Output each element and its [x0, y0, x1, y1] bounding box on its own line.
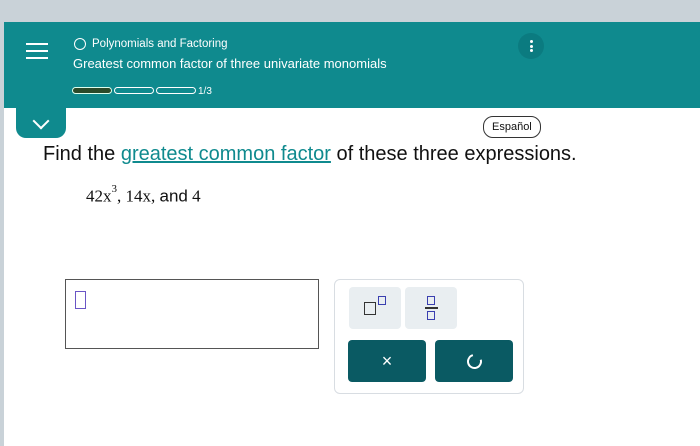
- answer-input[interactable]: [65, 279, 319, 349]
- menu-icon[interactable]: [26, 41, 52, 61]
- undo-button[interactable]: [435, 340, 513, 382]
- input-cursor: [75, 291, 86, 309]
- exponent-button[interactable]: [349, 287, 401, 329]
- and-word: and: [159, 186, 188, 206]
- progress-segment: [114, 87, 154, 94]
- term-1-exponent: 3: [111, 183, 118, 195]
- collapse-header-button[interactable]: [16, 108, 66, 138]
- term-2: 14x: [125, 186, 152, 206]
- term-3: 4: [192, 186, 201, 206]
- progress-label: 1/3: [198, 86, 212, 97]
- term-1-base: 42x: [86, 186, 112, 206]
- chevron-down-icon: [32, 112, 50, 129]
- expression: 42x3, 14x, and 4: [86, 183, 201, 207]
- question-suffix: of these three expressions.: [330, 143, 577, 165]
- clear-button[interactable]: ×: [348, 340, 426, 382]
- separator: ,: [151, 186, 160, 206]
- exponent-icon: [364, 295, 386, 315]
- fraction-icon: [424, 296, 438, 320]
- top-strip: [0, 0, 700, 22]
- more-options-icon[interactable]: [518, 33, 544, 59]
- topic-circle-icon: [74, 38, 86, 50]
- separator: ,: [117, 186, 126, 206]
- math-keypad: ×: [334, 279, 524, 394]
- progress-segment: [156, 87, 196, 94]
- progress-segment-complete: [72, 87, 112, 94]
- gcf-definition-link[interactable]: greatest common factor: [121, 143, 331, 165]
- fraction-button[interactable]: [405, 287, 457, 329]
- topic-title: Polynomials and Factoring: [92, 38, 228, 50]
- question-text: Find the greatest common factor of these…: [43, 143, 577, 166]
- page-subtitle: Greatest common factor of three univaria…: [73, 56, 387, 71]
- progress-bar: [72, 87, 196, 94]
- undo-icon: [463, 350, 485, 372]
- question-prefix: Find the: [43, 143, 121, 165]
- topic-row: Polynomials and Factoring: [74, 38, 228, 50]
- language-button[interactable]: Español: [483, 116, 541, 138]
- clear-icon: ×: [381, 350, 393, 371]
